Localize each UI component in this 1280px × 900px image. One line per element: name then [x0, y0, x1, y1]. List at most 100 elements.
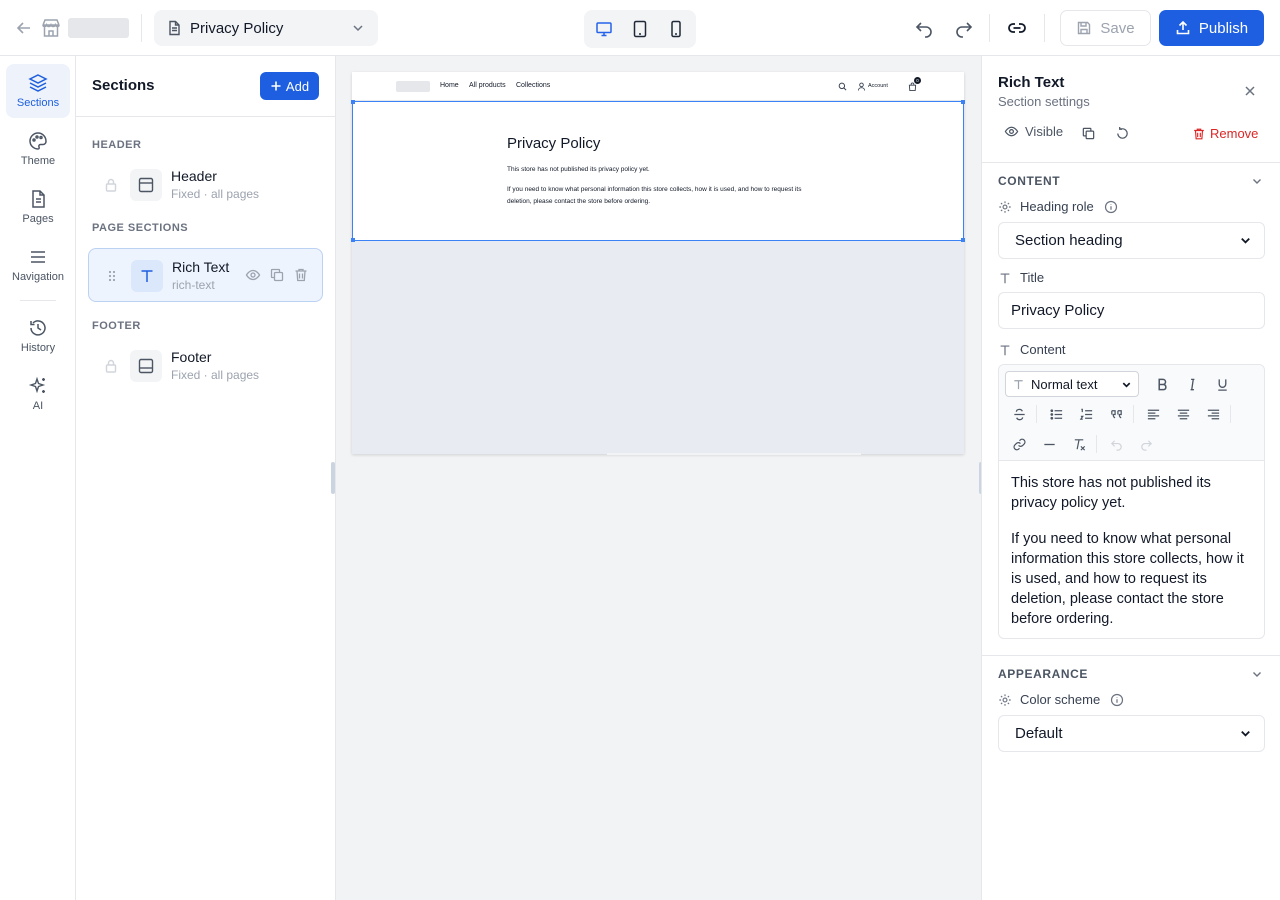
section-name: Footer [171, 349, 212, 365]
device-toggle [584, 10, 696, 48]
duplicate-icon[interactable] [269, 267, 285, 283]
group-label-header: HEADER [92, 139, 142, 151]
left-resize-handle[interactable] [331, 462, 335, 494]
bold-icon[interactable] [1153, 375, 1171, 393]
lock-icon [103, 358, 119, 374]
store-name-placeholder [68, 18, 129, 38]
italic-icon[interactable] [1183, 375, 1201, 393]
rail-label: Navigation [12, 271, 64, 283]
sparkles-icon [28, 376, 48, 396]
section-item-header[interactable]: Header Fixed · all pages [88, 158, 323, 212]
remove-button[interactable]: Remove [1192, 126, 1258, 141]
footer-layout-icon [130, 350, 162, 382]
rail-label: History [20, 342, 56, 354]
eye-icon[interactable] [245, 267, 261, 283]
text-style-select[interactable]: Normal text [1005, 371, 1139, 397]
section-item-footer[interactable]: Footer Fixed · all pages [88, 339, 323, 393]
save-button[interactable]: Save [1060, 10, 1151, 46]
heading-role-select[interactable]: Section heading [998, 222, 1265, 259]
preview-nav-item: All products [469, 82, 506, 89]
redo-button[interactable] [950, 14, 978, 42]
preview-account-label: Account [868, 83, 888, 89]
add-label: Add [285, 78, 310, 94]
link-icon[interactable] [1010, 435, 1028, 453]
drag-handle-icon[interactable] [104, 268, 120, 284]
rail-item-theme[interactable]: Theme [6, 122, 70, 176]
rail-item-navigation[interactable]: Navigation [6, 238, 70, 292]
info-icon[interactable] [1110, 693, 1124, 707]
redo-icon[interactable] [1137, 435, 1155, 453]
save-label: Save [1100, 19, 1135, 37]
section-item-rich-text[interactable]: Rich Text rich-text [88, 248, 323, 302]
text-type-icon [998, 343, 1012, 357]
chevron-down-icon [1239, 727, 1252, 740]
duplicate-button[interactable] [1081, 126, 1096, 141]
reset-button[interactable] [1115, 126, 1130, 141]
select-value: Default [1015, 725, 1063, 742]
quote-icon[interactable] [1107, 405, 1125, 423]
publish-button[interactable]: Publish [1159, 10, 1264, 46]
preview-rich-text-section[interactable]: Privacy Policy This store has not publis… [351, 100, 965, 242]
preview-header[interactable]: Home All products Collections Account 0 [352, 72, 964, 101]
undo-button[interactable] [910, 14, 938, 42]
editor-paragraph: If you need to know what personal inform… [1011, 531, 1244, 627]
preview-heading: Privacy Policy [507, 135, 601, 152]
tablet-view-button[interactable] [625, 14, 655, 44]
clear-format-icon[interactable] [1070, 435, 1088, 453]
bullet-list-icon[interactable] [1047, 405, 1065, 423]
undo-icon[interactable] [1107, 435, 1125, 453]
editor-toolbar: Normal text [999, 365, 1264, 461]
store-icon[interactable] [40, 17, 62, 39]
rail-item-sections[interactable]: Sections [6, 64, 70, 118]
rail-item-pages[interactable]: Pages [6, 180, 70, 234]
sections-title: Sections [92, 77, 155, 94]
numbered-list-icon[interactable] [1077, 405, 1095, 423]
align-left-icon[interactable] [1144, 405, 1162, 423]
remove-label: Remove [1210, 126, 1259, 141]
add-section-button[interactable]: Add [260, 72, 319, 100]
color-scheme-select[interactable]: Default [998, 715, 1265, 752]
section-settings-panel: Rich Text Section settings Visible Remov… [981, 56, 1280, 900]
mobile-view-button[interactable] [661, 14, 691, 44]
rail-item-ai[interactable]: AI [6, 367, 70, 421]
visible-label: Visible [1025, 124, 1064, 139]
chevron-down-icon[interactable] [1250, 667, 1264, 681]
link-button[interactable] [1003, 14, 1031, 42]
user-icon [857, 82, 866, 91]
group-label-page-sections: PAGE SECTIONS [92, 222, 189, 234]
field-label-text: Content [1020, 342, 1066, 357]
rail-label: Pages [22, 213, 54, 225]
back-arrow-icon[interactable] [14, 18, 34, 38]
section-name: Rich Text [172, 259, 230, 275]
align-right-icon[interactable] [1204, 405, 1222, 423]
history-icon [28, 318, 48, 338]
title-input[interactable]: Privacy Policy [998, 292, 1265, 329]
rail-label: AI [32, 400, 44, 412]
appearance-category: APPEARANCE [998, 667, 1089, 681]
toolbar-separator [1096, 435, 1097, 453]
info-icon[interactable] [1104, 200, 1117, 214]
publish-label: Publish [1198, 19, 1249, 37]
chevron-down-icon[interactable] [1250, 174, 1264, 188]
visible-toggle[interactable]: Visible [1004, 124, 1063, 139]
desktop-view-button[interactable] [589, 14, 619, 44]
strikethrough-icon[interactable] [1010, 405, 1028, 423]
title-label: Title [998, 270, 1044, 285]
close-icon[interactable] [1242, 83, 1258, 99]
gear-icon [998, 693, 1012, 707]
rail-divider [20, 300, 56, 301]
preview-footer-gap [607, 453, 861, 455]
file-icon [28, 189, 48, 209]
cart-count-badge: 0 [914, 77, 921, 84]
preview-paragraph: If you need to know what personal inform… [507, 186, 802, 205]
rail-label: Sections [16, 97, 60, 109]
page-selector[interactable]: Privacy Policy [154, 10, 378, 46]
divider [982, 162, 1280, 163]
horizontal-rule-icon[interactable] [1040, 435, 1058, 453]
align-center-icon[interactable] [1174, 405, 1192, 423]
underline-icon[interactable] [1213, 375, 1231, 393]
top-bar: Privacy Policy Save Publish [0, 0, 1280, 56]
rail-item-history[interactable]: History [6, 309, 70, 363]
trash-icon[interactable] [293, 267, 309, 283]
editor-content[interactable]: This store has not published its privacy… [1011, 473, 1251, 629]
